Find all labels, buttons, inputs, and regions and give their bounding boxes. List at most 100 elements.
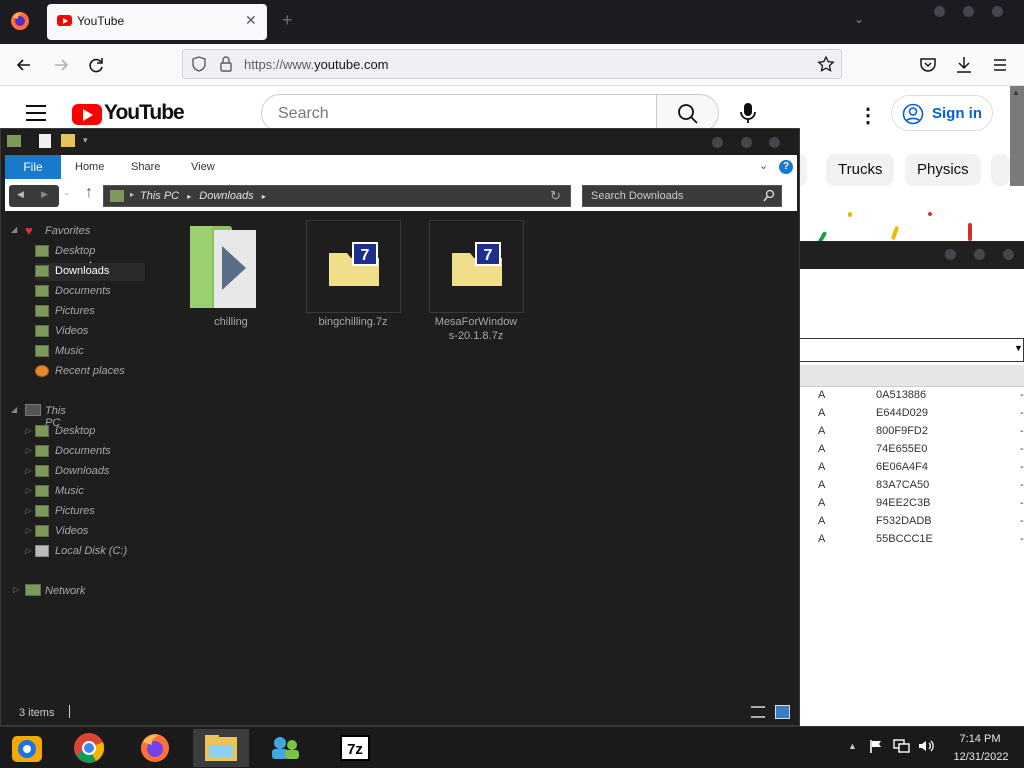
clock-time[interactable]: 7:14 PM bbox=[950, 733, 1010, 745]
collapse-arrow-icon[interactable]: ◢ bbox=[11, 405, 17, 414]
expand-arrow-icon[interactable]: ▷ bbox=[25, 526, 31, 535]
tab-view[interactable]: View bbox=[191, 161, 215, 173]
nav-this-pc-item[interactable]: ▷ Pictures bbox=[25, 503, 155, 521]
nav-favorites-item[interactable]: Recent places bbox=[35, 363, 145, 381]
forward-button[interactable] bbox=[50, 54, 72, 76]
taskbar-network-users[interactable] bbox=[258, 729, 314, 767]
bg-path-combobox[interactable]: ▼ bbox=[800, 338, 1024, 362]
taskbar-chrome[interactable] bbox=[62, 729, 118, 767]
app-menu-icon[interactable] bbox=[989, 54, 1011, 76]
expand-arrow-icon[interactable]: ▷ bbox=[25, 546, 31, 555]
show-hidden-icons-icon[interactable]: ▲ bbox=[848, 741, 857, 751]
taskbar-file-explorer[interactable] bbox=[193, 729, 249, 767]
file-menu-button[interactable]: File bbox=[5, 155, 61, 179]
tracking-protection-icon[interactable] bbox=[191, 56, 207, 72]
expand-arrow-icon[interactable]: ▷ bbox=[25, 446, 31, 455]
chip-physics[interactable]: Physics bbox=[905, 154, 981, 186]
table-row[interactable]: A 800F9FD2 - bbox=[800, 423, 1024, 441]
file-name-chilling[interactable]: chilling bbox=[176, 315, 286, 329]
explorer-maximize-button[interactable] bbox=[741, 137, 752, 148]
properties-icon[interactable] bbox=[39, 134, 51, 148]
microphone-icon[interactable] bbox=[738, 102, 758, 124]
page-scrollbar[interactable] bbox=[1010, 86, 1024, 186]
sign-in-button[interactable]: Sign in bbox=[891, 95, 993, 131]
customize-qat-icon[interactable]: ▾ bbox=[83, 135, 88, 146]
back-forward-buttons[interactable]: ◀ ▶ bbox=[9, 185, 59, 207]
maximize-window-button[interactable] bbox=[963, 6, 974, 17]
file-item-7z[interactable]: 7 bbox=[306, 220, 401, 313]
close-tab-icon[interactable]: ✕ bbox=[245, 12, 257, 29]
lock-icon[interactable] bbox=[219, 56, 233, 72]
volume-icon[interactable] bbox=[917, 738, 935, 754]
expand-arrow-icon[interactable]: ▷ bbox=[25, 466, 31, 475]
expand-arrow-icon[interactable]: ▷ bbox=[13, 585, 19, 594]
explorer-minimize-button[interactable] bbox=[712, 137, 723, 148]
bg-close-button[interactable] bbox=[1003, 249, 1014, 260]
network-status-icon[interactable] bbox=[893, 738, 911, 754]
help-icon[interactable]: ? bbox=[779, 160, 793, 174]
back-button[interactable] bbox=[13, 54, 35, 76]
table-row[interactable]: A 0A513886 - bbox=[800, 387, 1024, 405]
breadcrumb-downloads[interactable]: Downloads bbox=[199, 190, 253, 202]
nav-favorites-item[interactable]: Videos bbox=[35, 323, 145, 341]
nav-this-pc-item[interactable]: ▷ Downloads bbox=[25, 463, 155, 481]
nav-this-pc-item[interactable]: ▷ Videos bbox=[25, 523, 155, 541]
close-window-button[interactable] bbox=[992, 6, 1003, 17]
taskbar-firefox[interactable] bbox=[127, 729, 183, 767]
back-arrow-icon[interactable]: ◀ bbox=[17, 189, 24, 200]
dropdown-arrow-icon[interactable]: ▼ bbox=[1014, 343, 1023, 353]
background-window-titlebar[interactable] bbox=[800, 241, 1024, 269]
forward-arrow-icon[interactable]: ▶ bbox=[41, 189, 48, 200]
nav-favorites-item[interactable]: Desktop bbox=[35, 243, 145, 261]
taskbar-start-chrome[interactable] bbox=[0, 729, 56, 767]
bg-minimize-button[interactable] bbox=[945, 249, 956, 260]
expand-ribbon-icon[interactable]: ⌄ bbox=[759, 159, 768, 172]
nav-this-pc-item[interactable]: ▷ Music bbox=[25, 483, 155, 501]
search-icon[interactable] bbox=[763, 189, 775, 203]
table-row[interactable]: A 94EE2C3B - bbox=[800, 495, 1024, 513]
file-name-bingchilling[interactable]: bingchilling.7z bbox=[298, 315, 408, 329]
nav-this-pc-item[interactable]: ▷ Documents bbox=[25, 443, 155, 461]
youtube-search-input[interactable]: Search bbox=[261, 94, 657, 132]
chip-partial-right[interactable] bbox=[991, 154, 1010, 186]
breadcrumb-separator-icon[interactable]: ▸ bbox=[262, 192, 266, 201]
nav-favorites[interactable]: Favorites bbox=[45, 225, 90, 237]
downloads-icon[interactable] bbox=[953, 54, 975, 76]
recent-locations-icon[interactable]: ⌄ bbox=[63, 187, 71, 198]
new-folder-icon[interactable] bbox=[61, 134, 75, 147]
table-row[interactable]: A E644D029 - bbox=[800, 405, 1024, 423]
firefox-menu-icon[interactable] bbox=[10, 11, 30, 31]
table-row[interactable]: A 55BCCC1E - bbox=[800, 531, 1024, 549]
nav-favorites-item[interactable]: Downloads bbox=[35, 263, 145, 281]
clock-date[interactable]: 12/31/2022 bbox=[946, 751, 1016, 763]
expand-arrow-icon[interactable]: ▷ bbox=[25, 426, 31, 435]
new-tab-icon[interactable]: + bbox=[282, 10, 293, 31]
nav-favorites-item[interactable]: Pictures bbox=[35, 303, 145, 321]
settings-more-icon[interactable]: ⋮ bbox=[858, 103, 878, 128]
explorer-close-button[interactable] bbox=[769, 137, 780, 148]
hamburger-menu-icon[interactable] bbox=[26, 105, 46, 121]
bookmark-star-icon[interactable] bbox=[817, 55, 835, 73]
youtube-logo-icon[interactable] bbox=[72, 104, 102, 125]
address-bar[interactable]: ▸ This PC ▸ Downloads ▸ ↻ bbox=[103, 185, 571, 207]
url-bar[interactable]: https://www.youtube.com bbox=[182, 49, 842, 79]
large-icons-view-icon[interactable] bbox=[775, 705, 790, 719]
pocket-icon[interactable] bbox=[917, 54, 939, 76]
minimize-window-button[interactable] bbox=[934, 6, 945, 17]
table-row[interactable]: A 83A7CA50 - bbox=[800, 477, 1024, 495]
scroll-up-icon[interactable]: ▲ bbox=[1012, 88, 1020, 97]
details-view-icon[interactable] bbox=[751, 706, 765, 718]
bg-column-header[interactable] bbox=[800, 365, 1024, 387]
tab-share[interactable]: Share bbox=[131, 161, 160, 173]
table-row[interactable]: A 6E06A4F4 - bbox=[800, 459, 1024, 477]
nav-favorites-item[interactable]: Music bbox=[35, 343, 145, 361]
background-archive-window[interactable]: ▼ A 0A513886 - A E644D029 - A 800F9FD2 - A 74E655E… bbox=[800, 241, 1024, 723]
file-item-7z[interactable]: 7 bbox=[429, 220, 524, 313]
nav-network[interactable]: Network bbox=[45, 585, 85, 597]
file-item-folder[interactable] bbox=[184, 220, 279, 313]
reload-button[interactable] bbox=[85, 54, 107, 76]
nav-this-pc-item[interactable]: ▷ Local Disk (C:) bbox=[25, 543, 155, 561]
youtube-search-button[interactable] bbox=[656, 94, 719, 132]
nav-this-pc-item[interactable]: ▷ Desktop bbox=[25, 423, 155, 441]
youtube-wordmark[interactable]: YouTube bbox=[104, 101, 185, 125]
